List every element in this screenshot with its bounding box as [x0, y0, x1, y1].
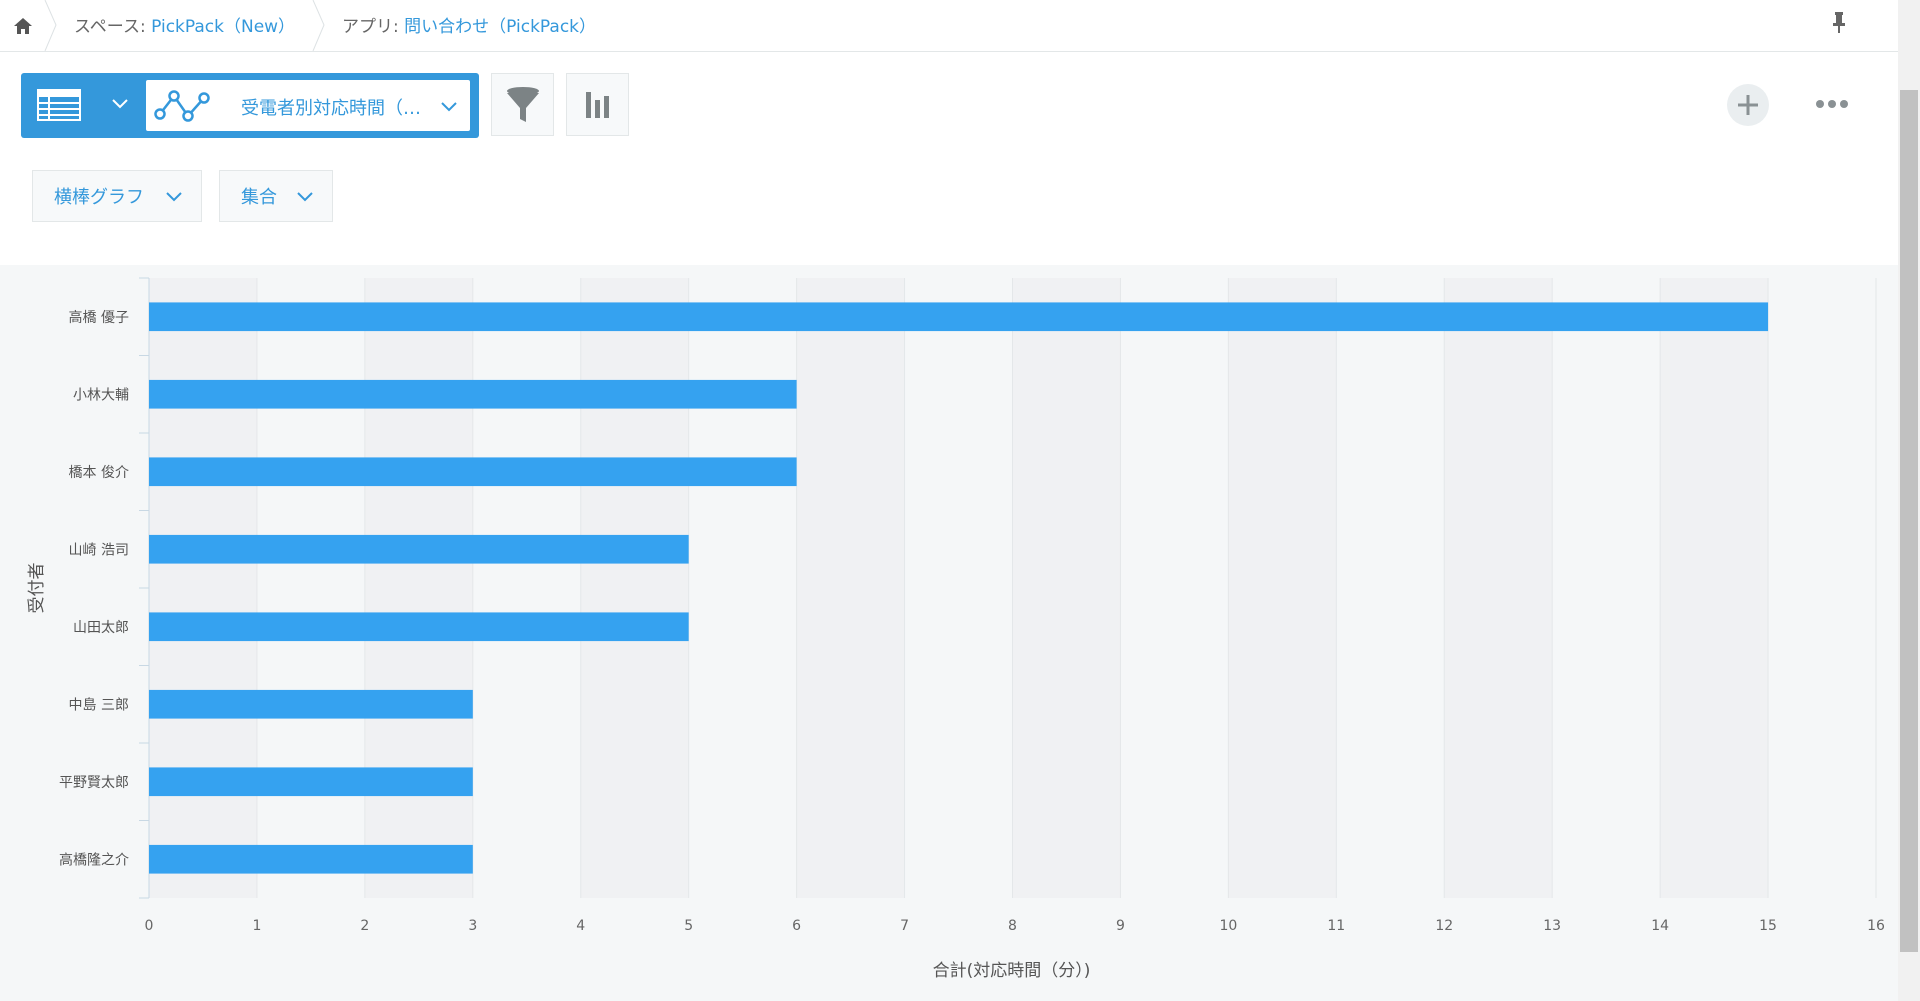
- x-tick-label: 6: [792, 918, 801, 934]
- x-tick-label: 14: [1651, 918, 1669, 934]
- breadcrumb-separator: [312, 0, 325, 51]
- bar: [149, 302, 1769, 332]
- x-tick-label: 7: [900, 918, 909, 934]
- view-type-button[interactable]: [37, 89, 81, 125]
- category-label: 平野賢太郎: [59, 775, 129, 791]
- x-tick-label: 1: [252, 918, 261, 934]
- grid-band: [1768, 278, 1876, 898]
- bar-chart: 高橋 優子小林大輔橋本 俊介山崎 浩司山田太郎中島 三郎平野賢太郎高橋隆之介 0 1…: [27, 277, 1885, 981]
- bar-chart-icon: [585, 91, 609, 118]
- grid-band: [1012, 278, 1121, 898]
- graph-select[interactable]: 受電者別対応時間（…: [146, 80, 470, 131]
- x-tick-label: 13: [1543, 918, 1561, 934]
- x-tick-label: 0: [145, 918, 154, 934]
- chart-settings-button[interactable]: [566, 73, 629, 136]
- grid-band: [1552, 278, 1661, 898]
- breadcrumb-app-label: アプリ:: [342, 17, 399, 37]
- x-tick-label: 12: [1435, 918, 1453, 934]
- graph-name: 受電者別対応時間（…: [241, 98, 421, 119]
- grid-band: [1444, 278, 1553, 898]
- category-label: 高橋 優子: [69, 309, 129, 326]
- table-view-icon: [37, 89, 81, 121]
- x-tick-label: 15: [1759, 918, 1777, 934]
- line-graph-icon: [154, 90, 210, 122]
- bar: [149, 767, 473, 797]
- chevron-down-icon: [166, 192, 182, 202]
- grid-band: [1336, 278, 1445, 898]
- chevron-down-icon: [441, 102, 457, 112]
- breadcrumb-app[interactable]: アプリ: 問い合わせ（PickPack）: [342, 12, 596, 37]
- chevron-down-icon[interactable]: [111, 95, 129, 113]
- chart-type-label: 横棒グラフ: [54, 187, 144, 208]
- grid-band: [580, 278, 689, 898]
- x-tick-label: 3: [468, 918, 477, 934]
- add-button[interactable]: [1727, 84, 1769, 126]
- category-label: 山崎 浩司: [69, 542, 129, 558]
- breadcrumb: スペース: PickPack（New） アプリ: 問い合わせ（PickPack）: [0, 0, 1898, 52]
- breadcrumb-space-label: スペース:: [74, 17, 146, 37]
- home-button[interactable]: [0, 0, 46, 51]
- filter-button[interactable]: [491, 73, 554, 136]
- chevron-down-icon: [297, 192, 313, 202]
- breadcrumb-space[interactable]: スペース: PickPack（New）: [74, 12, 295, 37]
- grid-band: [149, 278, 257, 898]
- x-tick-label: 5: [684, 918, 693, 934]
- grid-band: [1120, 278, 1229, 898]
- grid-band: [1660, 278, 1769, 898]
- x-tick-label: 11: [1327, 918, 1345, 934]
- bar: [149, 844, 473, 874]
- category-label: 中島 三郎: [69, 697, 129, 713]
- breadcrumb-app-link[interactable]: 問い合わせ（PickPack）: [404, 17, 596, 37]
- aggregation-select[interactable]: 集合: [219, 170, 333, 222]
- grid-band: [364, 278, 473, 898]
- home-icon: [14, 17, 32, 34]
- category-label: 小林大輔: [73, 387, 129, 403]
- bar: [149, 379, 797, 409]
- x-tick-label: 10: [1219, 918, 1237, 934]
- breadcrumb-space-link[interactable]: PickPack（New）: [151, 17, 295, 37]
- x-tick-label: 8: [1008, 918, 1017, 934]
- bar: [149, 534, 689, 564]
- filter-icon: [506, 86, 539, 122]
- plus-icon: [1738, 95, 1758, 115]
- grid-band: [796, 278, 905, 898]
- grid-band: [1228, 278, 1337, 898]
- x-tick-label: 9: [1116, 918, 1125, 934]
- x-tick-label: 2: [360, 918, 369, 934]
- more-options-icon[interactable]: [1815, 98, 1849, 110]
- grid-band: [472, 278, 581, 898]
- x-axis-title: 合計(対応時間（分）): [933, 961, 1091, 981]
- y-axis-title: 受付者: [27, 563, 47, 614]
- view-selector: 受電者別対応時間（…: [21, 73, 479, 138]
- chart-area: 高橋 優子小林大輔橋本 俊介山崎 浩司山田太郎中島 三郎平野賢太郎高橋隆之介 0 1…: [0, 265, 1898, 1001]
- category-label: 橋本 俊介: [69, 465, 129, 481]
- x-tick-label: 4: [576, 918, 585, 934]
- category-label: 高橋隆之介: [59, 851, 129, 868]
- category-label: 山田太郎: [73, 620, 129, 636]
- aggregation-label: 集合: [241, 187, 277, 208]
- pin-icon[interactable]: [1833, 12, 1845, 34]
- grid-band: [904, 278, 1013, 898]
- scrollbar-thumb[interactable]: [1900, 90, 1918, 952]
- x-tick-label: 16: [1867, 918, 1885, 934]
- bar: [149, 612, 689, 642]
- bar: [149, 689, 473, 719]
- breadcrumb-separator: [44, 0, 57, 51]
- chart-type-select[interactable]: 横棒グラフ: [32, 170, 202, 222]
- grid-band: [256, 278, 365, 898]
- grid-band: [688, 278, 797, 898]
- bar: [149, 457, 797, 487]
